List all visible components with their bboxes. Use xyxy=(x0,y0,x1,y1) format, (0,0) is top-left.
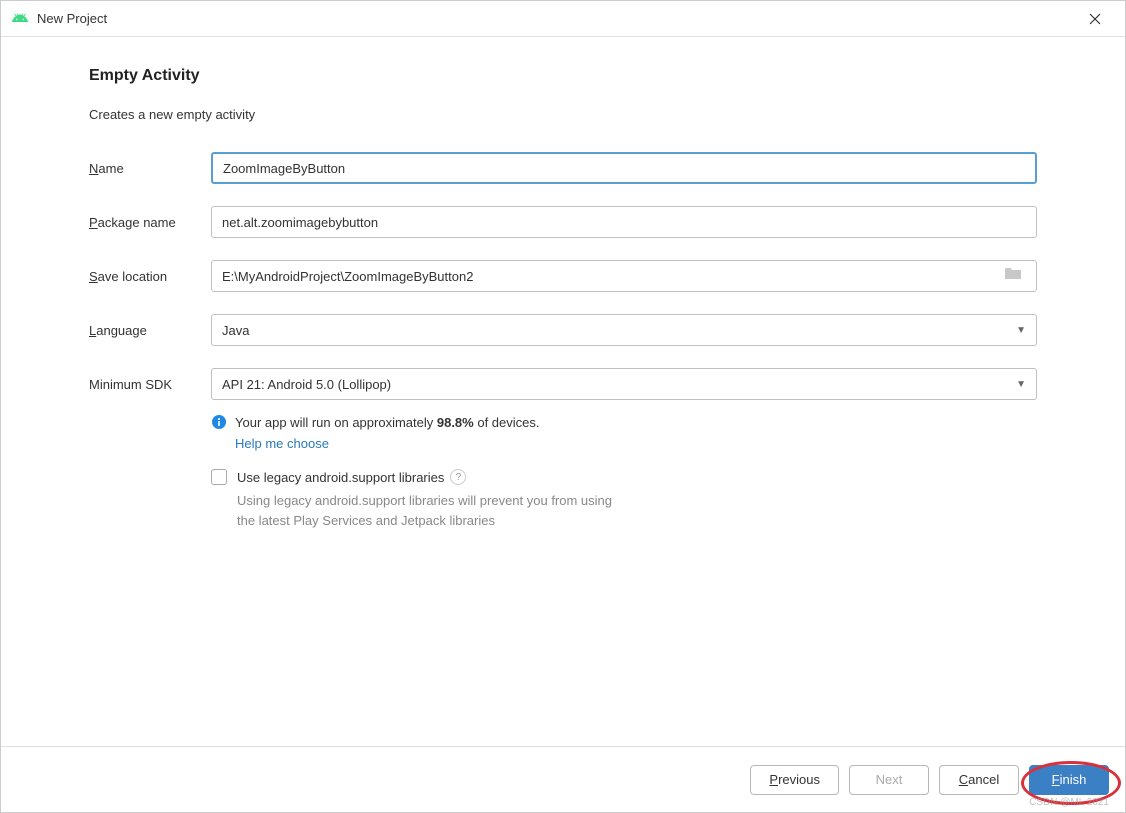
info-icon xyxy=(211,414,227,430)
next-button: Next xyxy=(849,765,929,795)
save-location-input-wrapper xyxy=(211,260,1037,292)
legacy-helper-text: Using legacy android.support libraries w… xyxy=(237,491,1037,530)
legacy-checkbox[interactable] xyxy=(211,469,227,485)
window-title: New Project xyxy=(37,11,1075,26)
page-title: Empty Activity xyxy=(89,67,1037,85)
min-sdk-value: API 21: Android 5.0 (Lollipop) xyxy=(222,377,1016,392)
content-area: Empty Activity Creates a new empty activ… xyxy=(1,37,1125,746)
min-sdk-label: Minimum SDK xyxy=(89,377,211,392)
finish-button[interactable]: Finish xyxy=(1029,765,1109,795)
language-select[interactable]: Java ▼ xyxy=(211,314,1037,346)
legacy-checkbox-label: Use legacy android.support libraries xyxy=(237,470,444,485)
name-label: Name xyxy=(89,161,211,176)
device-coverage-info: Your app will run on approximately 98.8%… xyxy=(211,414,1037,430)
cancel-button[interactable]: Cancel xyxy=(939,765,1019,795)
package-label: Package name xyxy=(89,215,211,230)
legacy-checkbox-row: Use legacy android.support libraries ? xyxy=(211,469,1037,485)
close-icon[interactable] xyxy=(1075,4,1115,34)
help-icon[interactable]: ? xyxy=(450,469,466,485)
previous-button[interactable]: Previous xyxy=(750,765,839,795)
watermark: CSDN @ML 2021 xyxy=(1029,797,1109,808)
language-label: Language xyxy=(89,323,211,338)
min-sdk-select[interactable]: API 21: Android 5.0 (Lollipop) ▼ xyxy=(211,368,1037,400)
android-icon xyxy=(11,10,29,28)
info-block: Your app will run on approximately 98.8%… xyxy=(211,414,1037,451)
package-input[interactable] xyxy=(211,206,1037,238)
browse-folder-icon[interactable] xyxy=(1004,266,1028,286)
min-sdk-row: Minimum SDK API 21: Android 5.0 (Lollipo… xyxy=(89,368,1037,400)
save-location-label: Save location xyxy=(89,269,211,284)
footer: Previous Next Cancel Finish CSDN @ML 202… xyxy=(1,746,1125,812)
save-location-input[interactable] xyxy=(212,269,1004,284)
name-input[interactable] xyxy=(211,152,1037,184)
save-location-row: Save location xyxy=(89,260,1037,292)
language-value: Java xyxy=(222,323,1016,338)
chevron-down-icon: ▼ xyxy=(1016,379,1026,390)
page-description: Creates a new empty activity xyxy=(89,107,1037,122)
chevron-down-icon: ▼ xyxy=(1016,325,1026,336)
legacy-block: Use legacy android.support libraries ? U… xyxy=(211,469,1037,530)
titlebar: New Project xyxy=(1,1,1125,37)
name-row: Name xyxy=(89,152,1037,184)
help-me-choose-link[interactable]: Help me choose xyxy=(235,436,1037,451)
package-row: Package name xyxy=(89,206,1037,238)
language-row: Language Java ▼ xyxy=(89,314,1037,346)
